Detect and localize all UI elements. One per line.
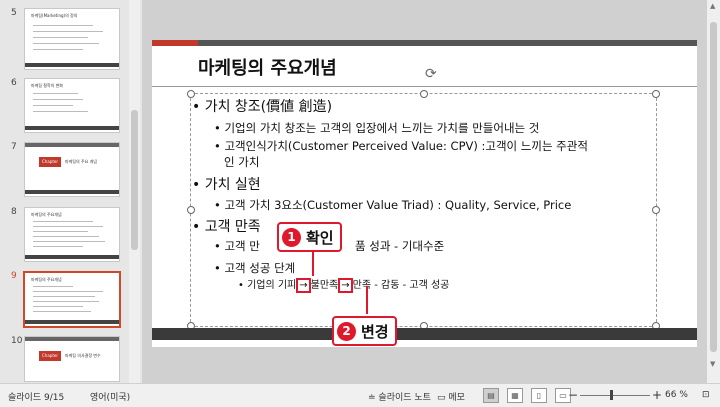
thumbnail-scrollbar[interactable] bbox=[129, 0, 140, 383]
callout-connector bbox=[312, 250, 314, 276]
slide-bottom-band bbox=[152, 328, 697, 340]
title-divider bbox=[152, 86, 697, 87]
slide: 마케팅의 주요개념 ⟳ • 가치 창조(價値 創造) • 기업의 가치 창조는 … bbox=[152, 40, 697, 347]
canvas-scrollbar[interactable]: ▲ ▼ bbox=[707, 0, 720, 383]
reading-view-button[interactable]: ▯ bbox=[531, 388, 547, 403]
thumbnail-number: 9 bbox=[11, 271, 17, 281]
sub-bullet: • 고객 성공 단계 bbox=[214, 261, 296, 275]
normal-view-icon: ▤ bbox=[487, 391, 495, 400]
slide-sorter-button[interactable]: ▦ bbox=[507, 388, 523, 403]
slideshow-icon: ▭ bbox=[559, 391, 567, 400]
thumbnail-number: 10 bbox=[11, 336, 23, 346]
bullet-value-creation: • 가치 창조(價値 創造) bbox=[192, 99, 333, 115]
highlighted-arrow-symbol[interactable]: → bbox=[296, 278, 311, 293]
scroll-up-icon[interactable]: ▲ bbox=[710, 2, 715, 10]
thumbnail-title: 마케팅 철학의 변화 bbox=[31, 83, 63, 88]
zoom-in-icon[interactable]: + bbox=[652, 388, 662, 402]
text-segment: 불만족 bbox=[310, 280, 339, 291]
step-number-badge: 1 bbox=[282, 227, 301, 247]
notes-icon: ≐ bbox=[368, 393, 376, 403]
slide-counter: 슬라이드 9/15 bbox=[8, 393, 65, 403]
thumbnail-number: 6 bbox=[11, 78, 17, 88]
comments-button[interactable]: ▭ 메모 bbox=[437, 390, 465, 403]
sub-bullet: • 고객 가치 3요소(Customer Value Triad) : Qual… bbox=[214, 198, 572, 212]
resize-handle[interactable] bbox=[420, 90, 428, 98]
notes-label: 슬라이드 노트 bbox=[378, 393, 431, 403]
thumbnail-number: 7 bbox=[11, 142, 17, 152]
slide-thumbnail-7[interactable]: Chapter 마케팅의 주요 개념 bbox=[24, 142, 120, 197]
step-number-badge: 2 bbox=[337, 321, 356, 341]
zoom-slider[interactable] bbox=[580, 395, 650, 396]
thumbnail-title: 마케팅의 주요개념 bbox=[31, 277, 62, 282]
sub-bullet: • 기업의 가치 창조는 고객의 입장에서 느끼는 가치를 만들어내는 것 bbox=[214, 121, 540, 135]
callout-change: 2 변경 bbox=[332, 316, 397, 346]
sub-bullet: • 고객인식가치(Customer Perceived Value: CPV) … bbox=[214, 139, 588, 153]
fit-slide-icon[interactable]: ⊡ bbox=[702, 390, 710, 400]
callout-check: 1 확인 bbox=[277, 222, 342, 252]
text-segment: • 기업의 기피 bbox=[238, 280, 297, 291]
slide-title[interactable]: 마케팅의 주요개념 bbox=[198, 54, 337, 80]
scroll-down-icon[interactable]: ▼ bbox=[710, 360, 715, 368]
thumbnail-title: 마케팅의 주요개념 bbox=[31, 212, 62, 217]
thumbnail-scrollbar-thumb[interactable] bbox=[131, 110, 138, 250]
status-bar: 슬라이드 9/15 영어(미국) ≐ 슬라이드 노트 ▭ 메모 ▤ ▦ ▯ ▭ … bbox=[0, 383, 720, 407]
sub-sub-bullet: • 기업의 기피 → 불만족 → 만족 - 감동 - 고객 성공 bbox=[238, 276, 449, 293]
slide-thumbnail-10[interactable]: Chapter 마케팅 의사결정 변수 bbox=[24, 336, 120, 382]
canvas-scrollbar-thumb[interactable] bbox=[710, 22, 717, 352]
reading-view-icon: ▯ bbox=[536, 391, 542, 400]
callout-label: 확인 bbox=[306, 228, 334, 247]
resize-handle[interactable] bbox=[652, 206, 660, 214]
slide-sorter-icon: ▦ bbox=[511, 391, 519, 400]
slide-thumbnail-6[interactable]: 마케팅 철학의 변화 bbox=[24, 78, 120, 133]
thumbnail-number: 8 bbox=[11, 207, 17, 217]
resize-handle[interactable] bbox=[652, 90, 660, 98]
language-indicator[interactable]: 영어(미국) bbox=[90, 390, 130, 403]
slide-thumbnail-5[interactable]: 마케팅(Marketing)의 정의 bbox=[24, 8, 120, 70]
sub-bullet-continued: 인 가치 bbox=[224, 155, 260, 169]
zoom-slider-knob[interactable] bbox=[610, 390, 613, 400]
thumbnail-chapter-badge: Chapter bbox=[39, 351, 61, 361]
resize-handle[interactable] bbox=[187, 206, 195, 214]
sub-bullet-tail: 품 성과 - 기대수준 bbox=[355, 239, 445, 253]
thumbnail-title: 마케팅의 주요 개념 bbox=[65, 159, 97, 164]
slide-thumbnail-8[interactable]: 마케팅의 주요개념 bbox=[24, 207, 120, 262]
callout-connector bbox=[366, 286, 368, 314]
slide-canvas: 마케팅의 주요개념 ⟳ • 가치 창조(價値 創造) • 기업의 가치 창조는 … bbox=[142, 0, 707, 383]
slide-thumbnail-panel: 5 마케팅(Marketing)의 정의 6 마케팅 철학의 변화 7 Chap… bbox=[0, 0, 142, 383]
zoom-level[interactable]: 66 % bbox=[665, 390, 688, 400]
bullet-customer-satisfaction: • 고객 만족 bbox=[192, 219, 261, 235]
notes-button[interactable]: ≐ 슬라이드 노트 bbox=[368, 390, 431, 403]
thumbnail-chapter-badge: Chapter bbox=[39, 157, 61, 167]
zoom-out-icon[interactable]: − bbox=[568, 388, 578, 402]
bullet-value-realization: • 가치 실현 bbox=[192, 177, 261, 193]
thumbnail-title: 마케팅(Marketing)의 정의 bbox=[31, 13, 78, 18]
thumbnail-title: 마케팅 의사결정 변수 bbox=[65, 353, 101, 358]
slide-top-band bbox=[152, 40, 697, 46]
comments-label: 메모 bbox=[448, 393, 465, 403]
callout-label: 변경 bbox=[361, 322, 389, 341]
thumbnail-number: 5 bbox=[11, 8, 17, 18]
comment-icon: ▭ bbox=[437, 393, 446, 403]
rotate-handle-icon[interactable]: ⟳ bbox=[425, 66, 437, 82]
highlighted-arrow-symbol[interactable]: → bbox=[338, 278, 353, 293]
slide-thumbnail-9-selected[interactable]: 마케팅의 주요개념 bbox=[23, 271, 121, 328]
normal-view-button[interactable]: ▤ bbox=[483, 388, 499, 403]
sub-bullet: • 고객 만 bbox=[214, 239, 260, 253]
